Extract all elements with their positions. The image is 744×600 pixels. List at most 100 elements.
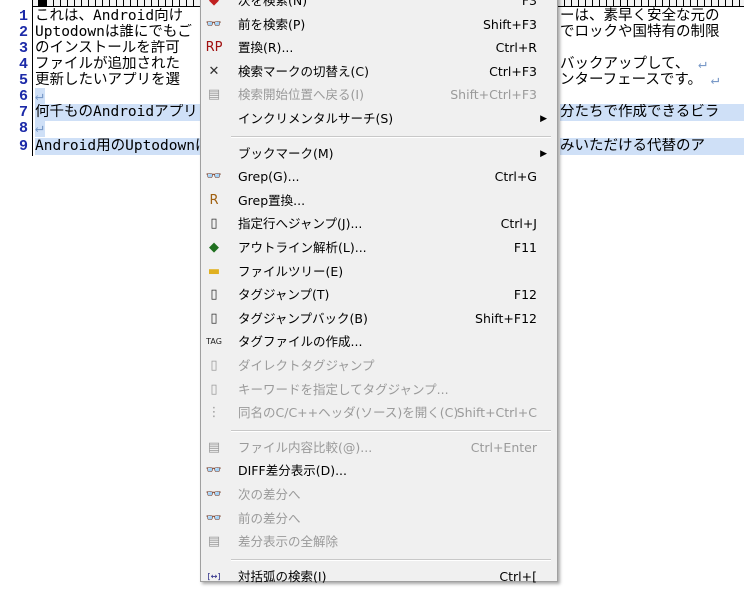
- grep-replace-icon: R: [209, 192, 219, 208]
- menu-item-label: 差分表示の全解除: [238, 534, 339, 550]
- menu-item-n[interactable]: ◆ 次を検索(N) F3: [201, 0, 557, 12]
- line-number: 8: [18, 120, 28, 137]
- menu-item-label: タグジャンプバック(B): [238, 310, 368, 326]
- menu-separator: [231, 135, 551, 138]
- editor-line: ↵: [35, 120, 45, 137]
- line-number: 9: [18, 138, 28, 155]
- menu-item-label: 対括弧の検索(I): [238, 568, 327, 584]
- search-next-icon: ◆: [209, 0, 219, 8]
- menu-item-label: Grep置換...: [238, 192, 306, 208]
- prev-diff-icon: 👓: [205, 510, 223, 526]
- menu-item-label: 前の差分へ: [238, 510, 301, 526]
- menu-item-label: 次を検索(N): [238, 0, 308, 8]
- menu-separator: [231, 429, 551, 432]
- menu-item-shortcut: Ctrl+F3: [489, 63, 537, 79]
- ruler-cursor: [38, 0, 46, 6]
- tag-file-icon: TAG: [206, 337, 222, 347]
- menu-item-b[interactable]: ▯ タグジャンプバック(B) Shift+F12: [201, 307, 557, 330]
- menu-item-label: ブックマーク(M): [238, 145, 334, 161]
- editor-line: 何千ものAndroidアプリ: [35, 104, 200, 121]
- line-number: 4: [18, 56, 28, 73]
- line-number: 3: [18, 40, 28, 57]
- jump-line-icon: ▯: [210, 216, 218, 232]
- direct-tag-jump-icon: ▯: [210, 358, 218, 373]
- search-prev-icon: 👓: [205, 16, 223, 32]
- menu-item-label: Grep(G)...: [238, 169, 300, 185]
- menu-item-j[interactable]: ▯ 指定行へジャンプ(J)... Ctrl+J: [201, 212, 557, 235]
- menu-item-shortcut: Ctrl+G: [494, 169, 537, 185]
- line-number: 5: [18, 72, 28, 89]
- return-search-start-icon: ▤: [207, 87, 221, 103]
- line-number: 6: [18, 88, 28, 105]
- folder-icon: ▬: [207, 263, 221, 279]
- menu-item-label: タグジャンプ(T): [238, 287, 330, 303]
- menu-item-l[interactable]: ◆ アウトライン解析(L)... F11: [201, 236, 557, 259]
- editor-line-right: ーは、素早く安全な元の: [560, 8, 720, 24]
- menu-item: 👓 前の差分へ: [201, 507, 557, 530]
- return-mark: ↵: [35, 120, 44, 136]
- menu-item-shortcut: F3: [521, 0, 537, 8]
- menu-item-shortcut: Ctrl+[: [499, 568, 537, 584]
- tag-jump-icon: ▯: [210, 287, 218, 303]
- menu-item-shortcut: Ctrl+J: [500, 216, 537, 232]
- menu-item[interactable]: TAG タグファイルの作成...: [201, 330, 557, 353]
- line-number: 7: [18, 104, 28, 121]
- return-mark: ↵: [689, 56, 707, 72]
- menu-item-p[interactable]: 👓 前を検索(P) Shift+F3: [201, 13, 557, 36]
- menu-item-label: アウトライン解析(L)...: [238, 240, 367, 255]
- next-diff-icon: 👓: [205, 487, 223, 502]
- replace-icon: RP: [205, 40, 223, 56]
- diff-icon: 👓: [205, 463, 223, 479]
- menu-item-t[interactable]: ▯ タグジャンプ(T) F12: [201, 283, 557, 306]
- menu-item-shortcut: Shift+Ctrl+C: [456, 405, 537, 421]
- menu-item-r[interactable]: RP 置換(R)... Ctrl+R: [201, 36, 557, 59]
- editor-line: ファイルが追加された: [35, 56, 180, 72]
- menu-item-c-c-c: ⋮ 同名のC/C++ヘッダ(ソース)を開く(C) Shift+Ctrl+C: [201, 401, 557, 424]
- editor-line-right: でロックや国特有の制限: [560, 24, 720, 40]
- grep-icon: 👓: [205, 169, 223, 185]
- editor-line: これは、Android向け: [35, 8, 184, 24]
- menu-item-grep[interactable]: R Grep置換...: [201, 189, 557, 212]
- editor-line-right: バックアップして、 ↵: [560, 56, 707, 72]
- editor-line: 更新したいアプリを選: [35, 72, 180, 88]
- menu-item-m[interactable]: ブックマーク(M) ▶: [201, 142, 557, 165]
- keyword-tag-jump-icon: ▯: [210, 381, 218, 397]
- menu-item-diff-d[interactable]: 👓 DIFF差分表示(D)...: [201, 459, 557, 482]
- menu-item-s[interactable]: インクリメンタルサーチ(S) ▶: [201, 107, 557, 130]
- menu-item-label: 同名のC/C++ヘッダ(ソース)を開く(C): [238, 405, 459, 421]
- menu-separator: [231, 558, 551, 561]
- menu-item-shortcut: Shift+F3: [482, 16, 537, 32]
- submenu-arrow-icon: ▶: [540, 114, 547, 124]
- outline-icon: ◆: [209, 240, 219, 255]
- menu-item-label: タグファイルの作成...: [238, 334, 363, 350]
- return-mark: ↵: [701, 72, 720, 88]
- menu-item-label: DIFF差分表示(D)...: [238, 463, 347, 479]
- menu-item-i[interactable]: [↔] 対括弧の検索(I) Ctrl+[: [201, 565, 557, 588]
- menu-item: ▤ 差分表示の全解除: [201, 530, 557, 553]
- toggle-mark-icon: ✕: [208, 63, 220, 79]
- editor-line-right: ンターフェースです。 ↵: [560, 72, 720, 88]
- compare-icon: ▤: [207, 439, 221, 455]
- menu-item-label: 置換(R)...: [238, 40, 294, 56]
- menu-item-c[interactable]: ✕ 検索マークの切替え(C) Ctrl+F3: [201, 60, 557, 83]
- submenu-arrow-icon: ▶: [540, 148, 547, 159]
- search-context-menu: ◆ 次を検索(N) F3 👓 前を検索(P) Shift+F3 RP 置換(R)... Ctrl…: [200, 0, 558, 584]
- menu-item: 👓 次の差分へ: [201, 483, 557, 506]
- menu-item-shortcut: F12: [513, 287, 537, 303]
- menu-item-label: インクリメンタルサーチ(S): [238, 111, 394, 126]
- line-number: 1: [18, 8, 28, 25]
- menu-item: ▤ ファイル内容比較(@)... Ctrl+Enter: [201, 436, 557, 459]
- menu-item-label: 検索開始位置へ戻る(I): [238, 87, 364, 103]
- menu-item-e[interactable]: ▬ ファイルツリー(E): [201, 260, 557, 283]
- open-header-icon: ⋮: [207, 405, 221, 421]
- menu-item: ▯ キーワードを指定してタグジャンプ...: [201, 378, 557, 401]
- menu-item-shortcut: Ctrl+Enter: [470, 439, 537, 455]
- menu-item-label: 次の差分へ: [238, 487, 301, 502]
- editor-line-right: みいただける代替のア: [560, 138, 744, 155]
- menu-item-label: ダイレクトタグジャンプ: [238, 358, 375, 373]
- menu-item-label: ファイル内容比較(@)...: [238, 439, 373, 455]
- menu-item-label: キーワードを指定してタグジャンプ...: [238, 381, 449, 397]
- editor-line-right: 分たちで作成できるビラ: [560, 104, 744, 121]
- menu-item-label: 検索マークの切替え(C): [238, 63, 369, 79]
- menu-item-grep-g[interactable]: 👓 Grep(G)... Ctrl+G: [201, 165, 557, 188]
